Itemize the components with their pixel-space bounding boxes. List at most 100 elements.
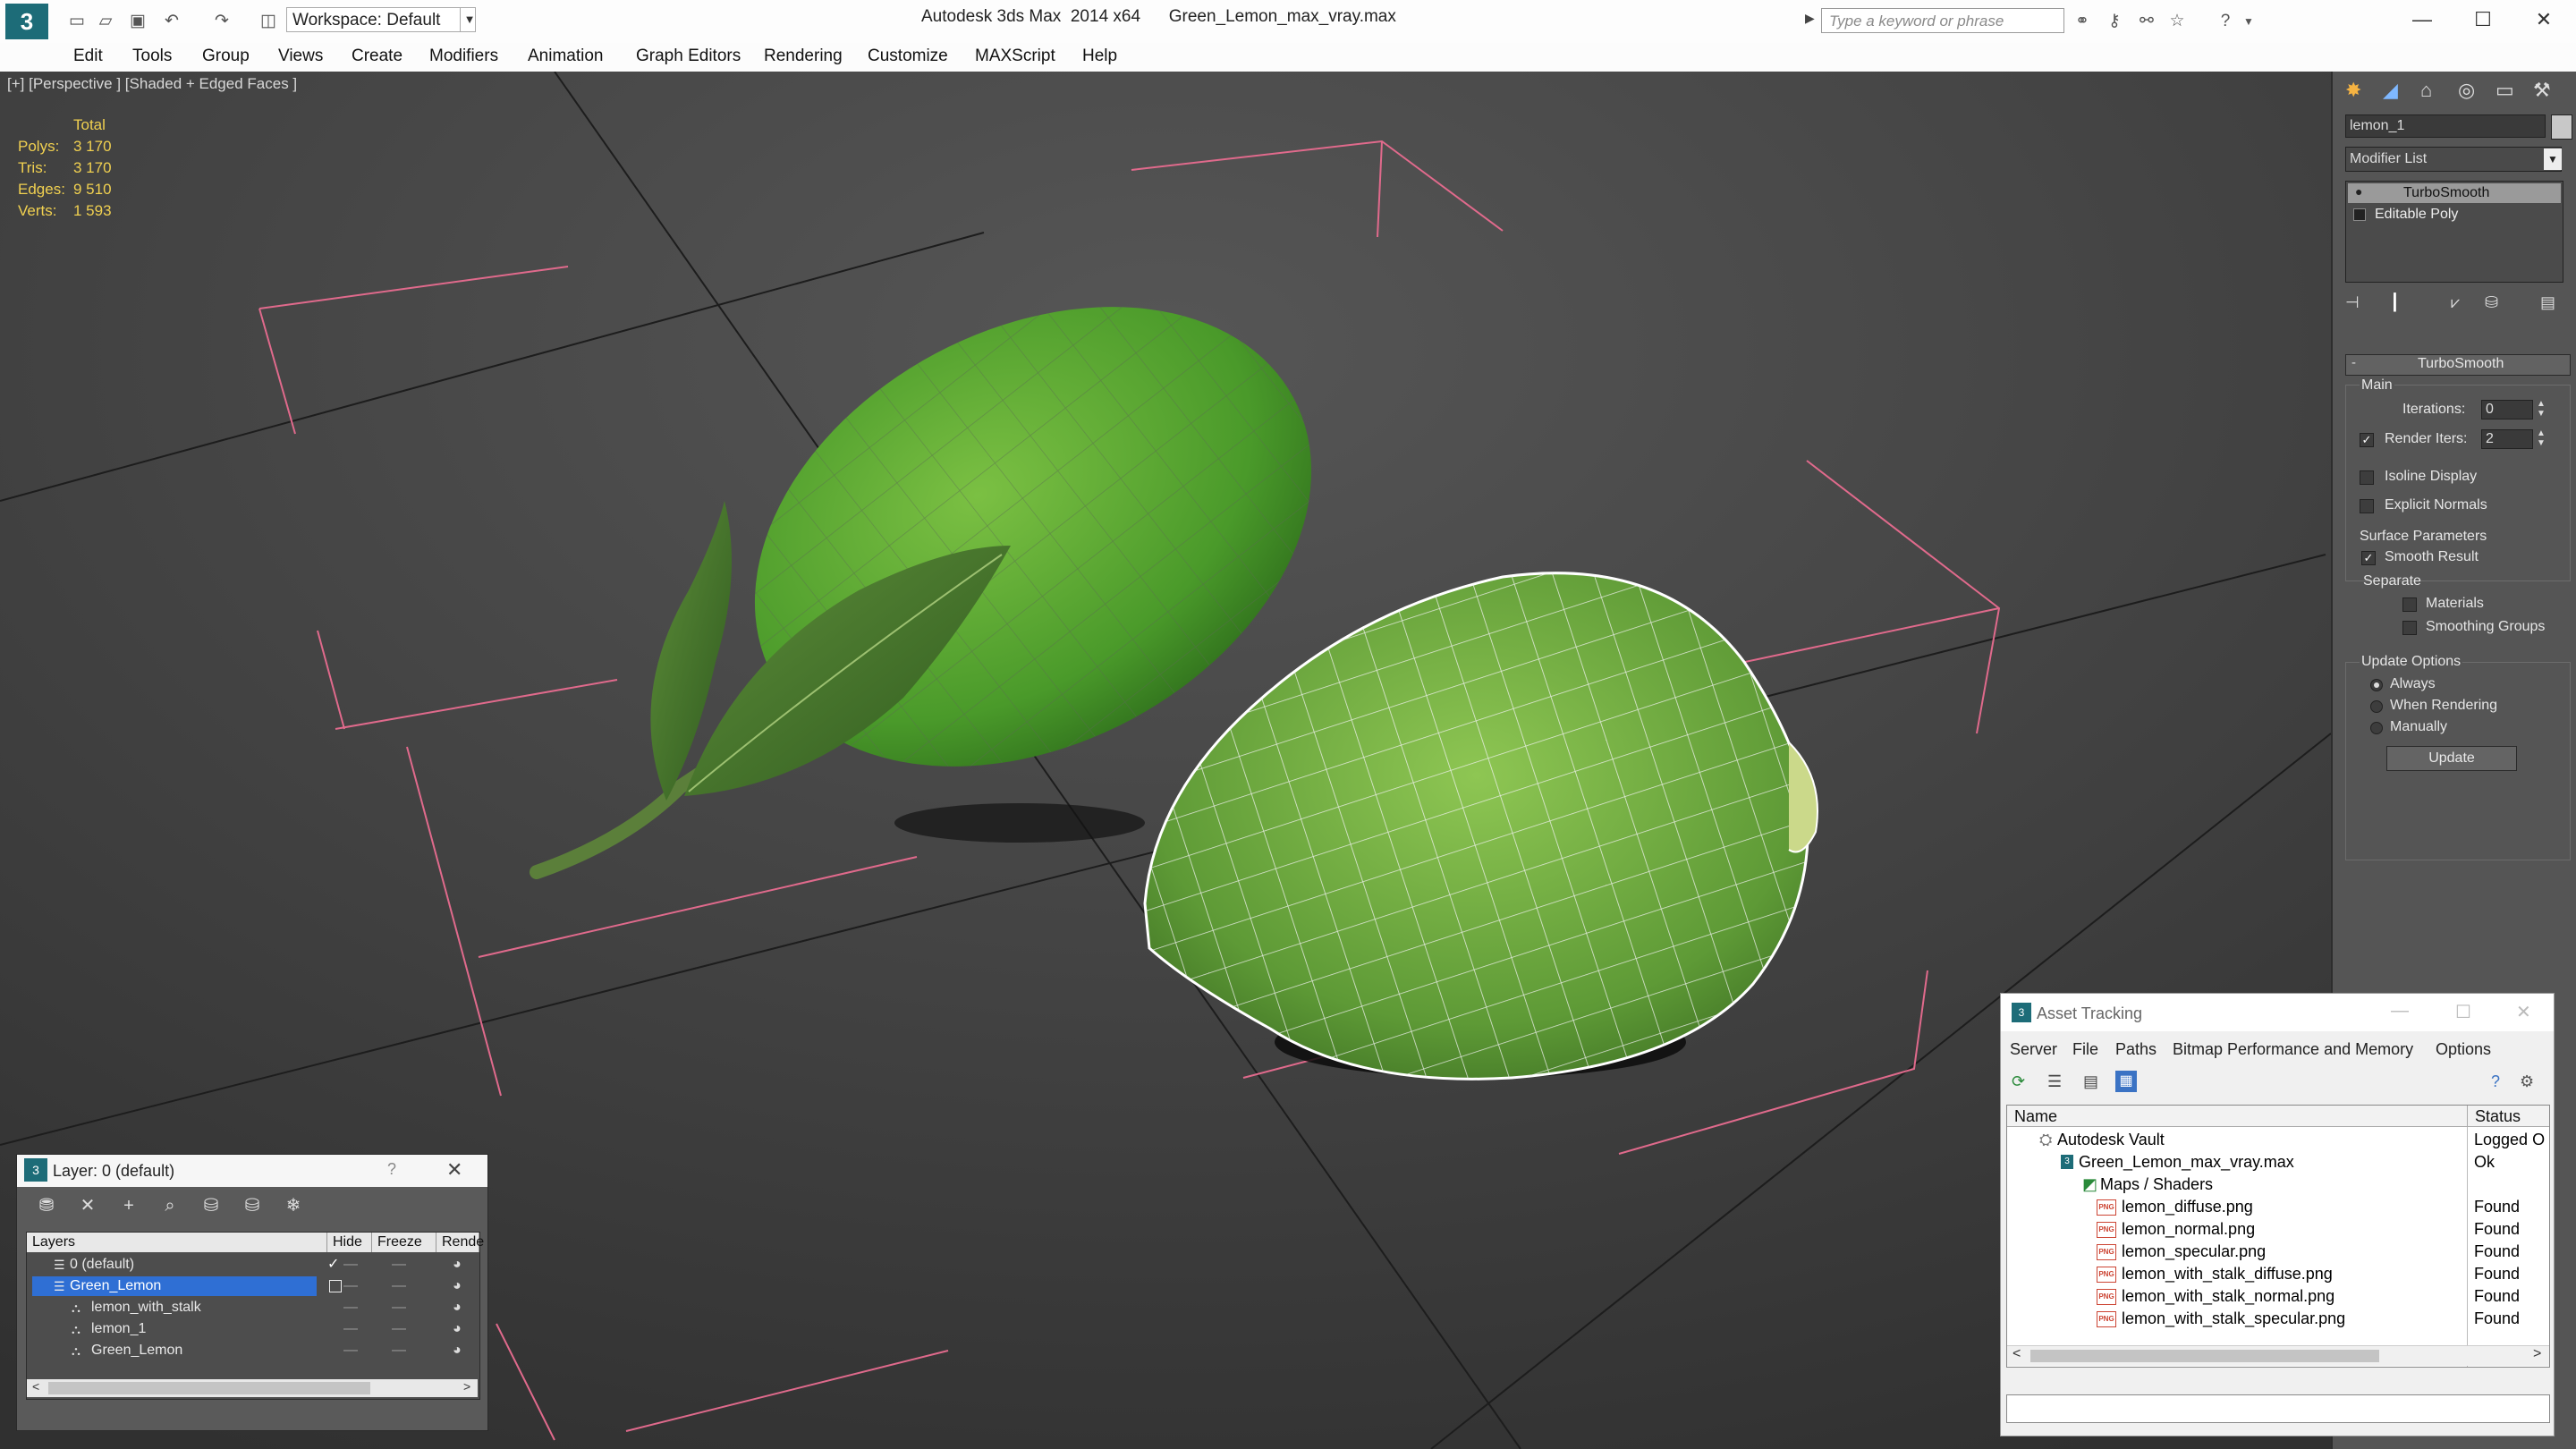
asset-row[interactable]: ◩ Maps / Shaders xyxy=(2007,1174,2549,1196)
turbosmooth-rollout-header[interactable]: - TurboSmooth xyxy=(2345,354,2571,376)
asset-row[interactable]: 3 Green_Lemon_max_vray.max Ok xyxy=(2007,1151,2549,1174)
scroll-left-icon[interactable]: < xyxy=(2012,1346,2021,1362)
update-button[interactable]: Update xyxy=(2386,746,2517,771)
column-header-layers[interactable]: Layers xyxy=(27,1233,327,1252)
object-color-swatch[interactable] xyxy=(2551,114,2572,140)
freeze-toggle[interactable]: — xyxy=(392,1318,406,1340)
make-unique-icon[interactable]: ⩗ xyxy=(2451,293,2460,312)
stack-item-editable-poly[interactable]: Editable Poly xyxy=(2348,205,2561,225)
layer-row-selected[interactable]: ☰ Green_Lemon — — ◕ xyxy=(27,1275,478,1297)
asset-path-field[interactable] xyxy=(2006,1394,2550,1423)
horizontal-scrollbar[interactable]: < > xyxy=(27,1379,478,1397)
asset-row[interactable]: PNG lemon_with_stalk_normal.png Found xyxy=(2007,1285,2549,1308)
smooth-result-checkbox[interactable]: ✓ xyxy=(2361,551,2376,565)
freeze-toggle[interactable]: — xyxy=(392,1254,406,1275)
menu-views[interactable]: Views xyxy=(278,47,323,66)
teapot-render-icon[interactable]: ◕ xyxy=(453,1318,462,1340)
asset-row[interactable]: PNG lemon_with_stalk_specular.png Found xyxy=(2007,1308,2549,1330)
project-folder-icon[interactable]: ◫ xyxy=(256,9,281,34)
menu-customize[interactable]: Customize xyxy=(868,47,948,66)
search-arrow-icon[interactable]: ▶ xyxy=(1805,11,1815,26)
workspace-dropdown[interactable]: Workspace: Default xyxy=(286,7,476,32)
modify-tab-icon[interactable]: ◢ xyxy=(2383,79,2398,102)
menu-help[interactable]: Help xyxy=(1082,47,1117,66)
object-row[interactable]: ⛬ Green_Lemon — — ◕ xyxy=(27,1340,478,1361)
always-radio[interactable] xyxy=(2370,679,2383,691)
scrollbar-thumb[interactable] xyxy=(2030,1350,2379,1362)
teapot-render-icon[interactable]: ◕ xyxy=(453,1297,462,1318)
undo-icon[interactable]: ↶ xyxy=(159,9,184,34)
minimize-icon[interactable]: — xyxy=(2391,1001,2409,1021)
expand-icon[interactable] xyxy=(2353,208,2366,221)
object-row[interactable]: ⛬ lemon_with_stalk — — ◕ xyxy=(27,1297,478,1318)
menu-maxscript[interactable]: MAXScript xyxy=(975,47,1055,66)
asset-row[interactable]: PNG lemon_normal.png Found xyxy=(2007,1218,2549,1241)
save-icon[interactable]: ▣ xyxy=(125,9,150,34)
object-row[interactable]: ⛬ lemon_1 — — ◕ xyxy=(27,1318,478,1340)
isoline-display-checkbox[interactable] xyxy=(2360,470,2374,485)
freeze-all-icon[interactable]: ❄ xyxy=(282,1194,305,1217)
motion-tab-icon[interactable]: ◎ xyxy=(2458,79,2475,102)
menu-edit[interactable]: Edit xyxy=(73,47,103,66)
menu-rendering[interactable]: Rendering xyxy=(764,47,843,66)
help-icon[interactable]: ? xyxy=(2491,1072,2500,1091)
manually-radio[interactable] xyxy=(2370,722,2383,734)
utilities-tab-icon[interactable]: ⚒ xyxy=(2533,79,2551,102)
hide-toggle[interactable]: — xyxy=(343,1275,358,1297)
smoothing-groups-checkbox[interactable] xyxy=(2402,621,2417,635)
highlight-layer-icon[interactable]: ⛁ xyxy=(199,1194,223,1217)
select-objects-icon[interactable]: ⌕ xyxy=(158,1194,182,1217)
menu-paths[interactable]: Paths xyxy=(2115,1040,2157,1059)
layer-window-titlebar[interactable]: 3 Layer: 0 (default) ? ✕ xyxy=(17,1155,487,1187)
menu-create[interactable]: Create xyxy=(352,47,402,66)
minimize-icon[interactable]: — xyxy=(2392,0,2453,39)
search-input[interactable]: Type a keyword or phrase xyxy=(1821,8,2064,33)
menu-file[interactable]: File xyxy=(2072,1040,2098,1059)
scroll-right-icon[interactable]: > xyxy=(463,1379,470,1394)
teapot-render-icon[interactable]: ◕ xyxy=(453,1340,462,1361)
maximize-icon[interactable]: ☐ xyxy=(2455,1001,2471,1023)
table-view-icon[interactable]: ▦ xyxy=(2115,1071,2137,1092)
open-file-icon[interactable]: ▱ xyxy=(93,9,118,34)
chevron-down-icon[interactable]: ▼ xyxy=(460,7,479,32)
help-icon[interactable]: ? xyxy=(2213,9,2238,34)
app-logo-icon[interactable]: 3 xyxy=(5,4,48,39)
scrollbar-thumb[interactable] xyxy=(48,1382,370,1394)
close-icon[interactable]: ✕ xyxy=(446,1158,462,1182)
explicit-normals-checkbox[interactable] xyxy=(2360,499,2374,513)
hide-toggle[interactable]: — xyxy=(343,1297,358,1318)
hierarchy-tab-icon[interactable]: ⌂ xyxy=(2420,79,2432,102)
create-layer-icon[interactable]: ⛃ xyxy=(35,1194,58,1217)
menu-animation[interactable]: Animation xyxy=(528,47,604,66)
settings-icon[interactable]: ⚙ xyxy=(2520,1072,2534,1091)
asset-row[interactable]: ⛭ Autodesk Vault Logged O xyxy=(2007,1129,2549,1151)
teapot-render-icon[interactable]: ◕ xyxy=(453,1254,462,1275)
teapot-render-icon[interactable]: ◕ xyxy=(453,1275,462,1297)
modifier-list-dropdown[interactable]: Modifier List xyxy=(2345,147,2562,172)
collapse-icon[interactable]: - xyxy=(2351,355,2356,370)
menu-bitmap-performance[interactable]: Bitmap Performance and Memory xyxy=(2173,1040,2413,1059)
spinner-arrows-icon[interactable]: ▲ ▼ xyxy=(2537,428,2546,448)
freeze-toggle[interactable]: — xyxy=(392,1340,406,1361)
render-iters-checkbox[interactable]: ✓ xyxy=(2360,433,2374,447)
hide-toggle[interactable]: — xyxy=(343,1318,358,1340)
menu-server[interactable]: Server xyxy=(2010,1040,2057,1059)
current-layer-box[interactable] xyxy=(329,1280,342,1292)
add-to-layer-icon[interactable]: + xyxy=(117,1194,140,1217)
hide-all-icon[interactable]: ⛁ xyxy=(241,1194,264,1217)
display-tab-icon[interactable]: ▭ xyxy=(2496,79,2514,102)
object-name-field[interactable]: lemon_1 xyxy=(2345,114,2546,138)
chevron-down-icon[interactable]: ▼ xyxy=(2544,148,2562,170)
communication-icon[interactable]: ⚯ xyxy=(2134,9,2159,34)
viewport-label[interactable]: [+] [Perspective ] [Shaded + Edged Faces… xyxy=(7,75,297,93)
configure-modifier-sets-icon[interactable]: ▤ xyxy=(2540,293,2555,312)
freeze-toggle[interactable]: — xyxy=(392,1275,406,1297)
column-header-status[interactable]: Status xyxy=(2467,1106,2549,1127)
menu-tools[interactable]: Tools xyxy=(132,47,172,66)
details-view-icon[interactable]: ▤ xyxy=(2083,1072,2098,1091)
freeze-toggle[interactable]: — xyxy=(392,1297,406,1318)
lightbulb-icon[interactable]: ● xyxy=(2355,184,2362,199)
key-icon[interactable]: ⚷ xyxy=(2102,9,2127,34)
scroll-left-icon[interactable]: < xyxy=(32,1379,39,1394)
asset-row[interactable]: PNG lemon_specular.png Found xyxy=(2007,1241,2549,1263)
